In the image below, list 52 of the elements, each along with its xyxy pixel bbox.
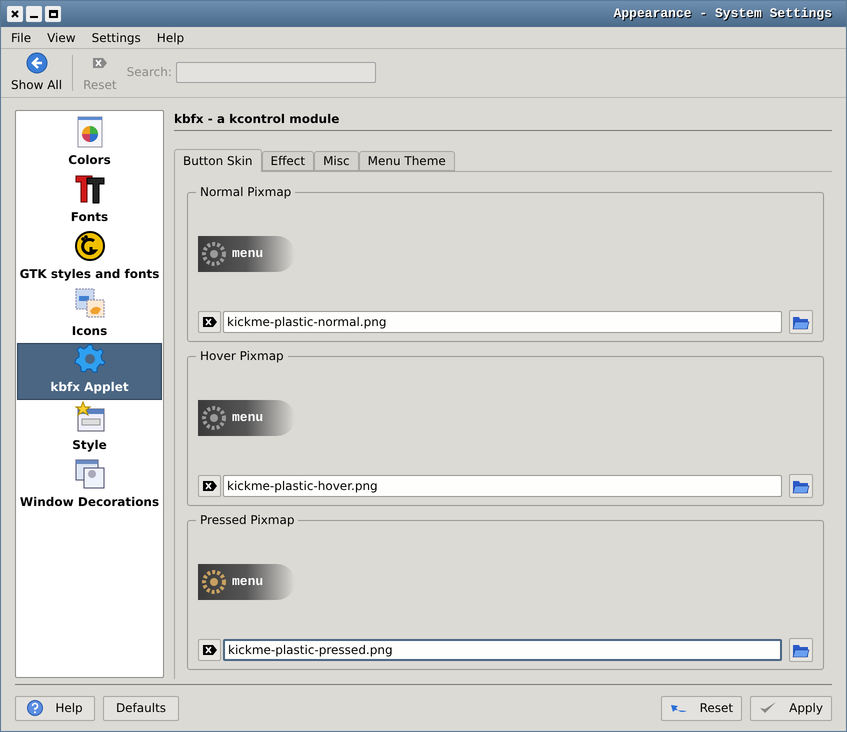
group-title: Pressed Pixmap: [196, 513, 298, 527]
tab[interactable]: Menu Theme: [358, 151, 455, 171]
folder-icon: [792, 314, 810, 330]
menu-item[interactable]: View: [41, 28, 82, 48]
undo-arrow-icon: [670, 702, 688, 714]
clear-button[interactable]: [198, 475, 221, 497]
file-path-field[interactable]: kickme-plastic-pressed.png: [223, 639, 782, 661]
window-decoration-icon: [74, 458, 106, 490]
close-icon: [11, 10, 19, 18]
paw-icon: [74, 230, 106, 262]
module-title: kbfx - a kcontrol module: [174, 111, 340, 128]
clear-button[interactable]: [198, 311, 221, 333]
style-window-icon: [74, 401, 106, 433]
folder-icon: [792, 478, 810, 494]
open-file-button[interactable]: [789, 638, 813, 662]
preview-label: menu: [232, 409, 264, 428]
file-path-field[interactable]: kickme-plastic-normal.png: [223, 311, 782, 333]
checkmark-icon: [759, 701, 778, 715]
open-file-button[interactable]: [789, 310, 813, 334]
open-file-button[interactable]: [789, 474, 813, 498]
minimize-button[interactable]: [26, 6, 42, 22]
close-button[interactable]: [7, 6, 23, 22]
defaults-button[interactable]: Defaults: [103, 696, 179, 720]
clear-icon: [202, 644, 218, 656]
file-path-field[interactable]: kickme-plastic-hover.png: [223, 475, 782, 497]
menu-item[interactable]: Settings: [86, 28, 147, 48]
font-letters-icon: [74, 173, 106, 205]
tab[interactable]: Effect: [262, 151, 314, 171]
gear-icon: [74, 343, 106, 375]
group-title: Normal Pixmap: [196, 185, 296, 199]
help-icon: [27, 700, 44, 716]
menu-item[interactable]: File: [5, 28, 38, 48]
tab[interactable]: Misc: [314, 151, 359, 171]
window-title: Appearance - System Settings: [614, 5, 833, 24]
folder-icon: [792, 642, 810, 658]
clear-icon: [202, 316, 218, 328]
search-label: Search:: [126, 64, 172, 81]
clear-icon: [202, 480, 218, 492]
reset-button[interactable]: Reset: [660, 696, 742, 720]
help-button[interactable]: Help: [15, 696, 95, 720]
maximize-button[interactable]: [45, 6, 61, 22]
show-all-button[interactable]: Show All: [9, 52, 64, 94]
icons-icon: [74, 287, 106, 319]
menu-item[interactable]: Help: [150, 28, 190, 48]
tab[interactable]: Button Skin: [174, 149, 262, 172]
clear-icon: [92, 57, 108, 69]
sidebar-item[interactable]: kbfx Applet: [17, 343, 162, 400]
preview-label: menu: [232, 573, 264, 592]
preview-label: menu: [232, 245, 264, 264]
apply-button[interactable]: Apply: [750, 696, 832, 720]
group-title: Hover Pixmap: [196, 349, 288, 363]
clear-button[interactable]: [198, 639, 221, 661]
